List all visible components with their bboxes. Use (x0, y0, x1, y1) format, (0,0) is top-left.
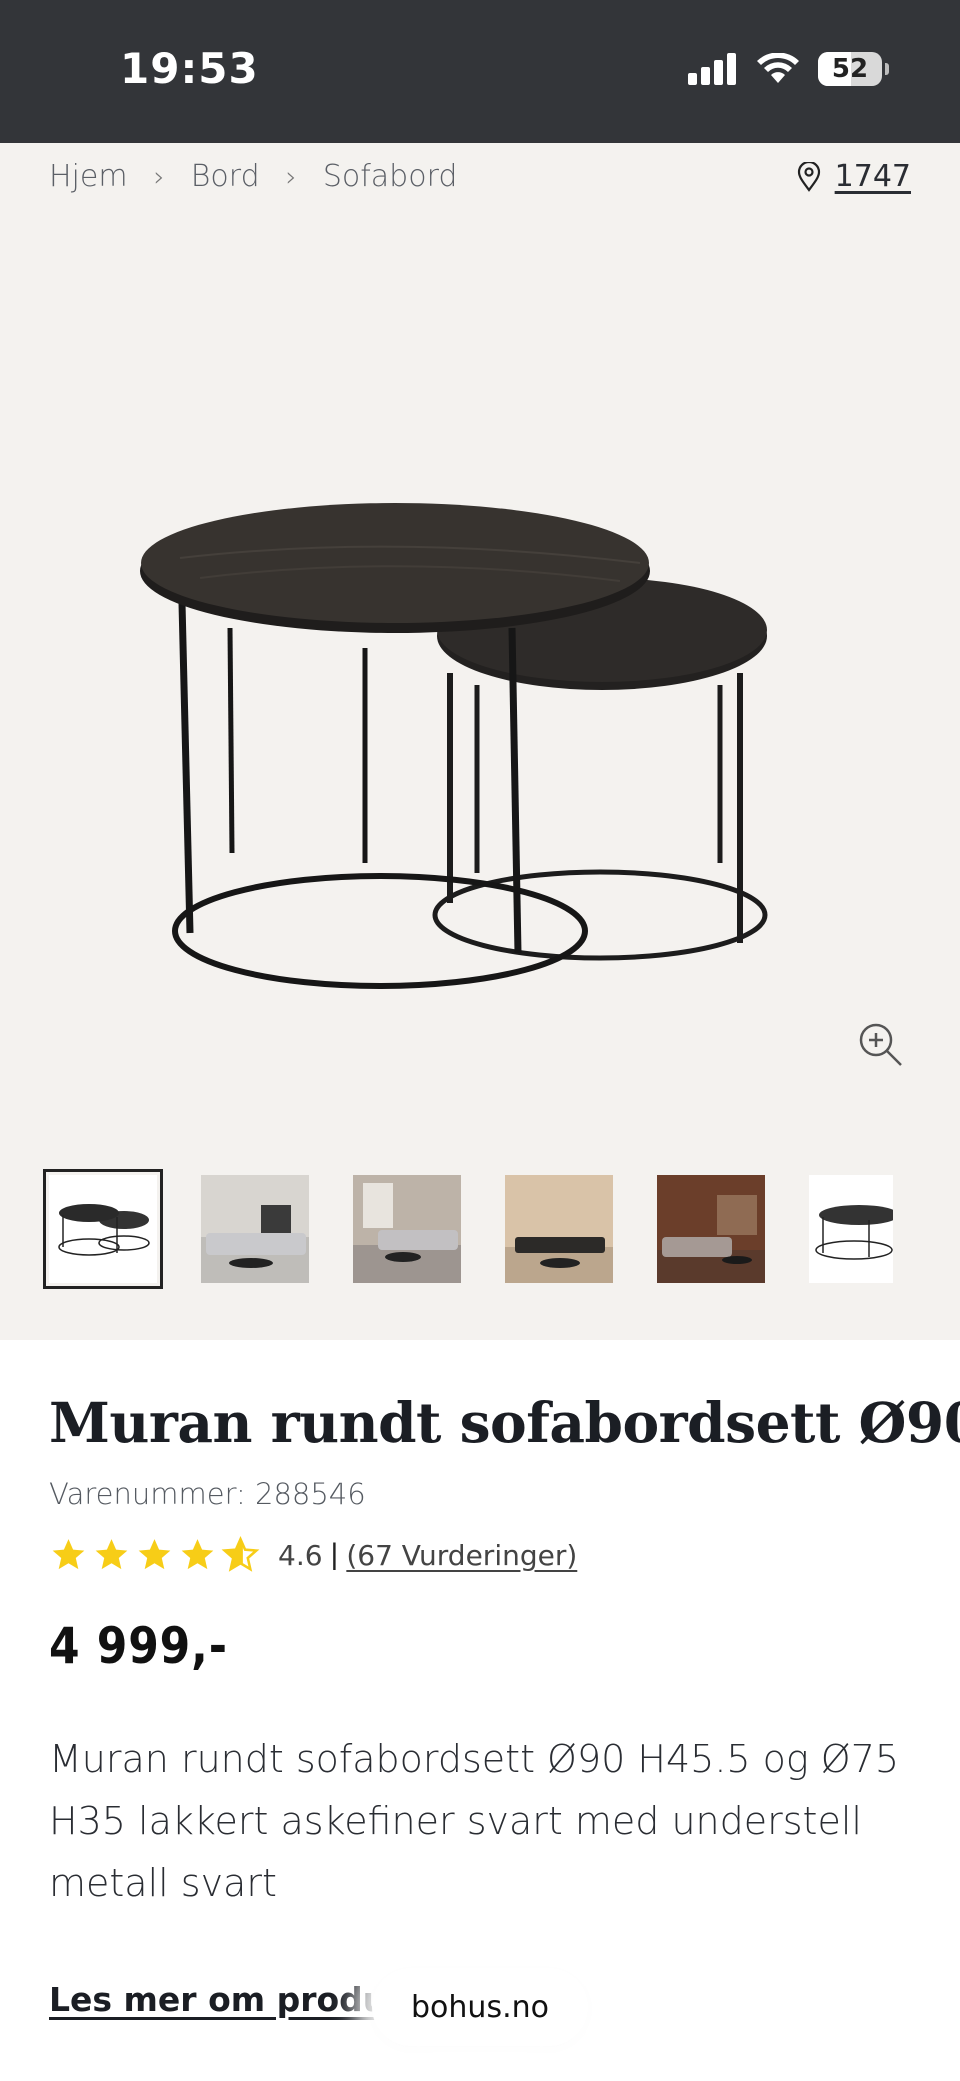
breadcrumb: Hjem › Bord › Sofabord (49, 159, 457, 194)
status-icons: 52 (688, 52, 889, 86)
product-price: 4 999,- (49, 1617, 228, 1675)
thumbnail-living-room-image (353, 1175, 461, 1283)
star-full-icon (95, 1539, 128, 1570)
thumbnail-5[interactable] (657, 1175, 765, 1283)
status-time: 19:53 (120, 44, 259, 93)
breadcrumb-sofabord[interactable]: Sofabord (323, 159, 458, 194)
battery-level: 52 (831, 54, 869, 84)
location-pin-icon (797, 161, 820, 192)
thumbnail-tables-alt-image (809, 1175, 893, 1283)
thumbnail-2[interactable] (201, 1175, 309, 1283)
rating-stars (49, 1536, 260, 1574)
breadcrumb-home[interactable]: Hjem (49, 159, 128, 194)
product-main-image[interactable] (120, 463, 840, 1023)
thumbnail-beige-room-image (505, 1175, 613, 1283)
product-title: Muran rundt sofabordsett Ø90 (49, 1390, 960, 1455)
thumbnail-cabin-room-image (657, 1175, 765, 1283)
battery-icon: 52 (818, 52, 889, 86)
star-full-icon (138, 1539, 171, 1570)
store-code[interactable]: 1747 (835, 159, 911, 194)
star-full-icon (52, 1539, 85, 1570)
chevron-right-icon: › (285, 160, 297, 193)
thumbnail-3[interactable] (353, 1175, 461, 1283)
product-rating: 4.6 | (67 Vurderinger) (49, 1536, 577, 1574)
chevron-right-icon: › (153, 160, 165, 193)
thumbnail-room-image (201, 1175, 309, 1283)
star-half-icon (221, 1536, 260, 1572)
status-bar: 19:53 52 (0, 0, 960, 143)
rating-count-link[interactable]: (67 Vurderinger) (346, 1539, 577, 1572)
product-sku: Varenummer: 288546 (49, 1477, 366, 1511)
thumbnail-4[interactable] (505, 1175, 613, 1283)
star-full-icon (181, 1539, 214, 1570)
rating-separator: | (330, 1538, 339, 1571)
thumbnail-tables-image (49, 1175, 157, 1283)
product-gallery: Hjem › Bord › Sofabord 1747 (0, 143, 960, 1340)
thumbnail-1[interactable] (43, 1169, 163, 1289)
thumbnail-6[interactable] (809, 1175, 893, 1283)
breadcrumb-bord[interactable]: Bord (191, 159, 260, 194)
signal-icon (688, 53, 736, 85)
store-selector[interactable]: 1747 (797, 159, 911, 194)
product-description: Muran rundt sofabordsett Ø90 H45.5 og Ø7… (49, 1737, 900, 1905)
thumbnail-strip (43, 1169, 893, 1289)
browser-domain: bohus.no (411, 1989, 549, 2025)
rating-value: 4.6 (278, 1538, 323, 1572)
wifi-icon (757, 53, 799, 83)
zoom-in-icon[interactable] (856, 1020, 906, 1070)
browser-domain-pill[interactable]: bohus.no (372, 1968, 588, 2046)
